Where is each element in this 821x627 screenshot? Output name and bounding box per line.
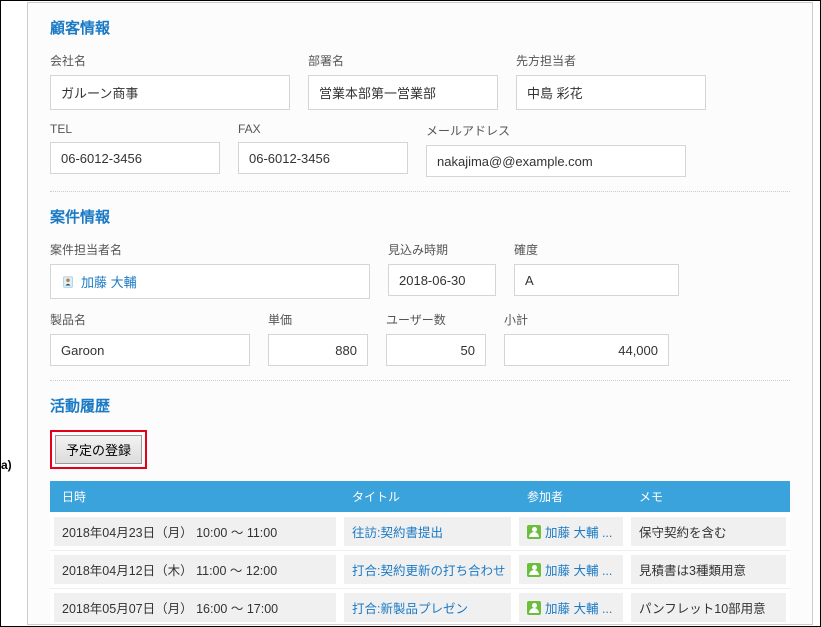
product-value: Garoon	[50, 334, 250, 366]
users-label: ユーザー数	[386, 311, 486, 328]
tel-value: 06-6012-3456	[50, 142, 220, 174]
col-datetime: 日時	[50, 481, 340, 513]
table-row: 2018年05月07日（月） 16:00 ～ 17:00 打合:新製品プレゼン …	[50, 589, 790, 626]
cell-datetime: 2018年04月23日（月） 10:00 ～ 11:00	[54, 517, 336, 546]
tel-label: TEL	[50, 122, 220, 136]
cell-memo: パンフレット10部用意	[631, 593, 786, 622]
subtotal-value: 44,000	[504, 334, 669, 366]
email-label: メールアドレス	[426, 122, 686, 139]
unitprice-label: 単価	[268, 311, 368, 328]
cell-datetime: 2018年04月12日（木） 11:00 ～ 12:00	[54, 555, 336, 584]
cell-memo: 保守契約を含む	[631, 517, 786, 546]
col-participant: 参加者	[515, 481, 627, 513]
divider	[50, 380, 790, 381]
cell-participant-link[interactable]: 加藤 大輔 ...	[545, 522, 612, 541]
participant-icon	[527, 601, 541, 615]
prob-value: A	[514, 264, 679, 296]
prob-label: 確度	[514, 241, 679, 258]
user-icon	[61, 275, 75, 289]
dept-label: 部署名	[308, 52, 498, 69]
company-label: 会社名	[50, 52, 290, 69]
register-schedule-button[interactable]: 予定の登録	[55, 435, 142, 464]
fax-label: FAX	[238, 122, 408, 136]
table-row: 2018年04月12日（木） 11:00 ～ 12:00 打合:契約更新の打ち合…	[50, 551, 790, 589]
col-title: タイトル	[340, 481, 515, 513]
expect-label: 見込み時期	[388, 241, 496, 258]
owner-value: 加藤 大輔	[50, 264, 370, 299]
history-section-title: 活動履歴	[50, 395, 790, 416]
table-row: 2018年04月23日（月） 10:00 ～ 11:00 往訪:契約書提出 加藤…	[50, 513, 790, 551]
detail-panel: 顧客情報 会社名 ガルーン商事 部署名 営業本部第一営業部 先方担当者 中島 彩…	[27, 2, 813, 625]
subtotal-label: 小計	[504, 311, 669, 328]
participant-icon	[527, 563, 541, 577]
customer-section-title: 顧客情報	[50, 17, 790, 38]
unitprice-value: 880	[268, 334, 368, 366]
col-memo: メモ	[627, 481, 790, 513]
divider	[50, 191, 790, 192]
company-value: ガルーン商事	[50, 75, 290, 110]
participant-icon	[527, 525, 541, 539]
dept-value: 営業本部第一営業部	[308, 75, 498, 110]
register-button-highlight: 予定の登録	[50, 430, 147, 469]
users-value: 50	[386, 334, 486, 366]
owner-label: 案件担当者名	[50, 241, 370, 258]
cell-title-link[interactable]: 往訪:契約書提出	[352, 522, 443, 541]
fax-value: 06-6012-3456	[238, 142, 408, 174]
contact-value: 中島 彩花	[516, 75, 706, 110]
cell-memo: 見積書は3種類用意	[631, 555, 786, 584]
product-label: 製品名	[50, 311, 250, 328]
deal-section-title: 案件情報	[50, 206, 790, 227]
owner-link[interactable]: 加藤 大輔	[81, 272, 137, 291]
contact-label: 先方担当者	[516, 52, 706, 69]
cell-participant-link[interactable]: 加藤 大輔 ...	[545, 598, 612, 617]
cell-datetime: 2018年05月07日（月） 16:00 ～ 17:00	[54, 593, 336, 622]
cell-participant-link[interactable]: 加藤 大輔 ...	[545, 560, 612, 579]
expect-value: 2018-06-30	[388, 264, 496, 296]
email-value: nakajima@@example.com	[426, 145, 686, 177]
cell-title-link[interactable]: 打合:契約更新の打ち合わせ	[352, 560, 505, 579]
history-table: 日時 タイトル 参加者 メモ 2018年04月23日（月） 10:00 ～ 11…	[50, 481, 790, 625]
annotation-a: a)	[1, 458, 12, 472]
cell-title-link[interactable]: 打合:新製品プレゼン	[352, 598, 468, 617]
